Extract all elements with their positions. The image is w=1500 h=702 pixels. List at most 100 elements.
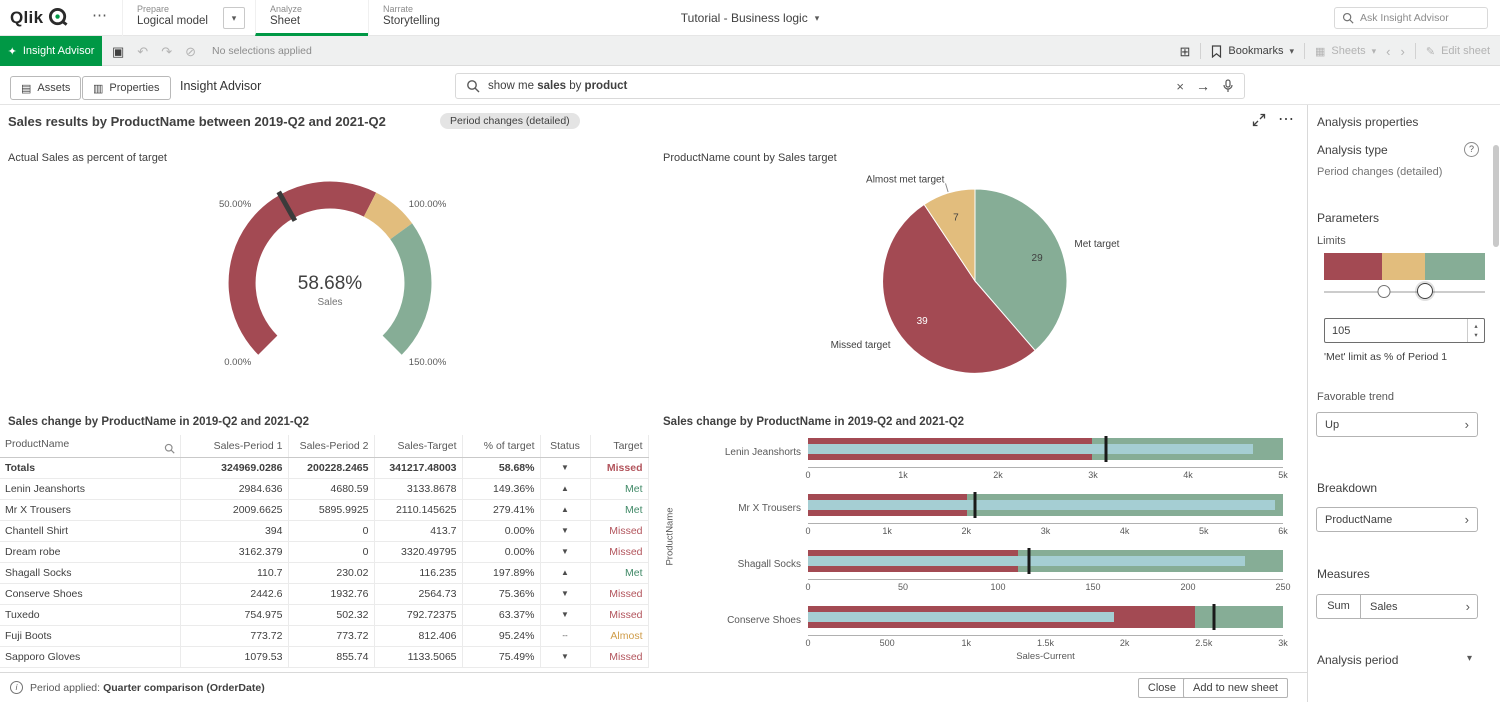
value-cell: 2564.73 [374, 583, 462, 604]
clear-query-button[interactable]: × [1176, 80, 1184, 93]
chevron-right-icon: › [1465, 417, 1469, 432]
qlik-logo[interactable]: Qlik [10, 7, 69, 28]
table-row[interactable]: Dream robe3162.37903320.497950.00%▼Misse… [0, 541, 648, 562]
column-header[interactable]: % of target [462, 435, 540, 457]
column-search-icon[interactable] [164, 443, 175, 454]
value-cell: 792.72375 [374, 604, 462, 625]
table-row[interactable]: Lenin Jeanshorts2984.6364680.593133.8678… [0, 478, 648, 499]
bullet-target-marker [1027, 548, 1030, 574]
clear-selections-button[interactable]: ⊘ [185, 45, 196, 58]
value-cell: Met [590, 478, 648, 499]
value-cell: ▲ [540, 499, 590, 520]
stepper-up-icon[interactable]: ▴ [1474, 322, 1477, 330]
logical-model-dropdown-button[interactable]: ▾ [223, 7, 245, 29]
app-title-menu[interactable]: Tutorial - Business logic ▾ [681, 0, 819, 36]
limit-slider-handle-low[interactable] [1377, 285, 1390, 298]
nav-prepare[interactable]: Prepare Logical model ▾ [122, 0, 255, 36]
table-row[interactable]: Conserve Shoes2442.61932.762564.7375.36%… [0, 583, 648, 604]
table-row[interactable]: Totals324969.0286200228.2465341217.48003… [0, 457, 648, 478]
analysis-period-collapse-button[interactable]: ▾ [1467, 653, 1472, 664]
properties-button[interactable]: ▥ Properties [82, 76, 171, 100]
redo-selection-button[interactable]: ↷ [161, 45, 172, 58]
next-sheet-button[interactable]: › [1401, 45, 1405, 58]
table-row[interactable]: Mr X Trousers2009.66255895.99252110.1456… [0, 499, 648, 520]
limit-value-field[interactable]: ▴ ▾ [1324, 318, 1485, 343]
help-icon[interactable]: ? [1464, 142, 1479, 157]
nav-narrate[interactable]: Narrate Storytelling [368, 0, 488, 36]
previous-sheet-button[interactable]: ‹ [1386, 45, 1390, 58]
limit-value-input[interactable] [1325, 325, 1467, 337]
bullet-plot[interactable]: 05001k1.5k2k2.5k3k [808, 592, 1283, 648]
period-applied-text: Period applied:Quarter comparison (Order… [30, 682, 265, 694]
bookmarks-menu[interactable]: Bookmarks ▾ [1211, 45, 1294, 58]
nav-analyze[interactable]: Analyze Sheet [255, 0, 368, 36]
value-cell: 754.975 [180, 604, 288, 625]
bullet-row[interactable]: Conserve Shoes05001k1.5k2k2.5k3k [677, 592, 1287, 648]
column-header[interactable]: Sales-Period 1 [180, 435, 288, 457]
bullet-plot[interactable]: 01k2k3k4k5k [808, 424, 1283, 480]
value-cell: 116.235 [374, 562, 462, 583]
table-row[interactable]: Sapporo Gloves1079.53855.741133.506575.4… [0, 646, 648, 667]
axis-tick-label: 250 [1275, 582, 1290, 592]
bullet-row[interactable]: Mr X Trousers01k2k3k4k5k6k [677, 480, 1287, 536]
table-row[interactable]: Chantell Shirt3940413.70.00%▼Missed [0, 520, 648, 541]
app-overview-button[interactable]: ⊞ [1180, 45, 1191, 58]
add-to-new-sheet-button[interactable]: Add to new sheet [1183, 678, 1288, 698]
result-menu-button[interactable]: ⋯ [1278, 109, 1294, 129]
bullet-row[interactable]: Lenin Jeanshorts01k2k3k4k5k [677, 424, 1287, 480]
gauge-chart-title: Actual Sales as percent of target [8, 152, 167, 164]
global-menu-button[interactable]: ⋯ [92, 6, 107, 24]
info-icon[interactable]: i [10, 681, 23, 694]
bullet-chart[interactable]: ProductName Lenin Jeanshorts01k2k3k4k5kM… [663, 424, 1300, 672]
pie-chart[interactable]: 29Met target39Missed target7Almost met t… [663, 167, 1300, 407]
limit-stepper[interactable]: ▴ ▾ [1467, 319, 1484, 342]
insight-query-search[interactable]: show me sales by product × → [455, 73, 1245, 99]
analysis-type-heading: Analysis type [1317, 143, 1388, 157]
bullet-y-axis-label: ProductName [663, 424, 677, 648]
undo-selection-button[interactable]: ↶ [137, 45, 148, 58]
stepper-down-icon[interactable]: ▾ [1474, 331, 1477, 339]
column-header[interactable]: Sales-Target [374, 435, 462, 457]
measure-aggregation[interactable]: Sum [1317, 595, 1361, 618]
close-button[interactable]: Close [1138, 678, 1186, 698]
measure-selector[interactable]: Sum Sales › [1316, 594, 1478, 619]
submit-query-button[interactable]: → [1196, 79, 1210, 93]
bullet-plot[interactable]: 01k2k3k4k5k6k [808, 480, 1283, 536]
assets-button[interactable]: ▤ Assets [10, 76, 81, 100]
table-row[interactable]: Fuji Boots773.72773.72812.40695.24%--Alm… [0, 625, 648, 646]
expand-button[interactable] [1252, 113, 1266, 127]
gauge-chart[interactable]: 0.00%50.00%100.00%150.00%58.68%Sales [160, 165, 500, 405]
favorable-trend-selector[interactable]: Up › [1316, 412, 1478, 437]
limits-color-bar[interactable] [1324, 253, 1485, 280]
value-cell: 58.68% [462, 457, 540, 478]
value-cell: 502.32 [288, 604, 374, 625]
limits-slider[interactable] [1324, 291, 1485, 293]
bullet-row[interactable]: Shagall Socks050100150200250 [677, 536, 1287, 592]
limit-slider-handle-high[interactable] [1417, 283, 1433, 299]
breakdown-selector[interactable]: ProductName › [1316, 507, 1478, 532]
column-header[interactable]: Target [590, 435, 648, 457]
microphone-icon [1222, 79, 1234, 93]
voice-query-button[interactable] [1222, 79, 1234, 93]
table-row[interactable]: Shagall Socks110.7230.02116.235197.89%▲M… [0, 562, 648, 583]
qlik-sense-app: Qlik ⋯ Prepare Logical model ▾ Analyze S… [0, 0, 1500, 702]
column-header[interactable]: Sales-Period 2 [288, 435, 374, 457]
results-table[interactable]: ProductNameSales-Period 1Sales-Period 2S… [0, 435, 649, 668]
panel-scrollbar-thumb[interactable] [1493, 145, 1499, 247]
query-text[interactable]: show me sales by product [488, 80, 1164, 92]
ask-insight-advisor-search[interactable] [1334, 7, 1488, 29]
selections-tool-button[interactable]: ▣ [112, 45, 124, 58]
edit-sheet-button[interactable]: ✎ Edit sheet [1426, 45, 1490, 58]
column-header[interactable]: ProductName [0, 435, 180, 457]
bullet-plot[interactable]: 050100150200250 [808, 536, 1283, 592]
value-cell: 0 [288, 541, 374, 562]
axis-tick-label: 0 [805, 638, 810, 648]
ask-insight-advisor-input[interactable] [1360, 12, 1470, 24]
value-cell: 855.74 [288, 646, 374, 667]
value-cell: 324969.0286 [180, 457, 288, 478]
value-cell: Missed [590, 604, 648, 625]
insight-advisor-button[interactable]: ✦ Insight Advisor [0, 36, 102, 66]
table-row[interactable]: Tuxedo754.975502.32792.7237563.37%▼Misse… [0, 604, 648, 625]
column-header[interactable]: Status [540, 435, 590, 457]
sheets-menu[interactable]: ▦ Sheets ▾ [1315, 45, 1376, 58]
